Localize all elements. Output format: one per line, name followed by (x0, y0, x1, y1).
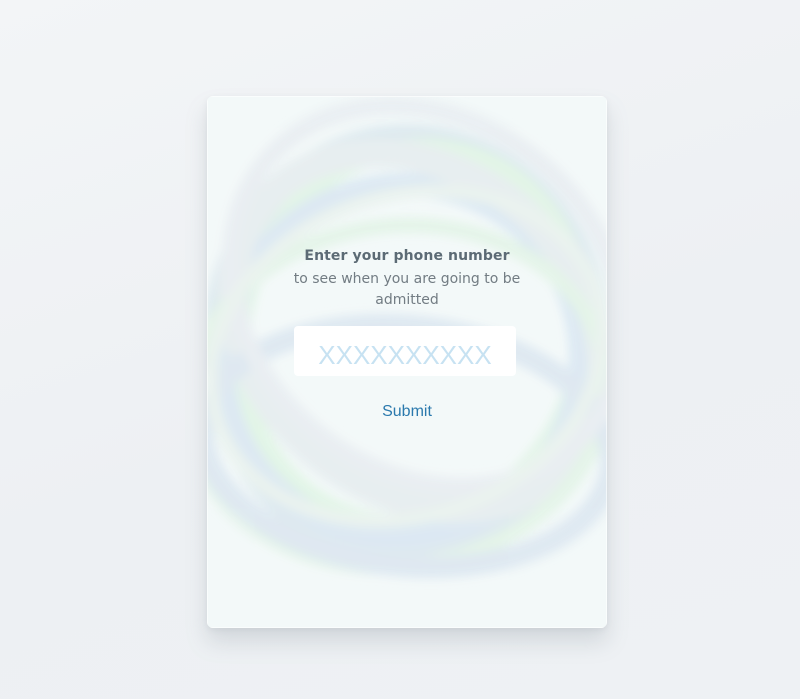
phone-input-container (294, 326, 516, 376)
form-content: Enter your phone number to see when you … (207, 96, 607, 628)
phone-lookup-card: Enter your phone number to see when you … (207, 96, 607, 628)
submit-button[interactable]: Submit (357, 400, 457, 424)
form-subtext: to see when you are going to be admitted (293, 271, 521, 308)
form-heading: Enter your phone number (304, 248, 510, 264)
phone-number-input[interactable] (294, 326, 516, 376)
